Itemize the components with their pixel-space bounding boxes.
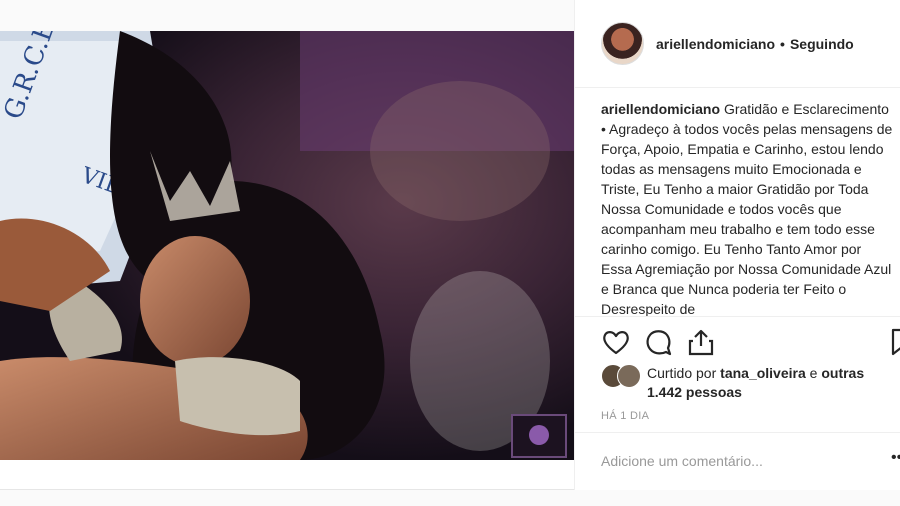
liked-by-user-link[interactable]: tana_oliveira (720, 365, 806, 381)
comment-bar: ••• (575, 432, 900, 490)
post-caption: ariellendomiciano Gratidão e Esclarecime… (601, 99, 893, 316)
comment-input[interactable] (601, 453, 861, 469)
caption-text: Gratidão e Esclarecimento • Agradeço à t… (601, 101, 893, 316)
share-icon[interactable] (686, 327, 716, 357)
heart-icon[interactable] (601, 327, 631, 357)
post-card: G.R.C.E. VIL ariellendomiciano • Seguind… (0, 0, 900, 490)
post-sidebar: ariellendomiciano • Seguindo ariellendom… (574, 0, 900, 490)
header-separator: • (780, 35, 785, 52)
follow-status-button[interactable]: Seguindo (790, 36, 854, 52)
author-username[interactable]: ariellendomiciano (656, 36, 775, 52)
likes-section: Curtido por tana_oliveira e outras 1.442… (601, 362, 900, 406)
liker-avatar[interactable] (617, 364, 641, 388)
page: G.R.C.E. VIL ariellendomiciano • Seguind… (0, 0, 900, 506)
top-strip (0, 0, 574, 31)
post-image[interactable]: G.R.C.E. VIL (0, 31, 574, 460)
action-bar (575, 316, 900, 366)
author-avatar[interactable] (601, 22, 644, 65)
bookmark-icon[interactable] (887, 327, 900, 357)
post-header: ariellendomiciano • Seguindo (575, 0, 900, 88)
liked-by-prefix: Curtido por (647, 365, 717, 381)
post-timestamp[interactable]: HÁ 1 DIA (601, 410, 649, 422)
more-options-icon[interactable]: ••• (891, 449, 900, 467)
photo-illustration: G.R.C.E. VIL (0, 31, 574, 460)
liked-by-text: Curtido por tana_oliveira e outras 1.442… (647, 364, 897, 402)
comment-icon[interactable] (643, 327, 673, 357)
liked-by-conj: e (809, 365, 818, 381)
caption-username[interactable]: ariellendomiciano (601, 101, 720, 117)
